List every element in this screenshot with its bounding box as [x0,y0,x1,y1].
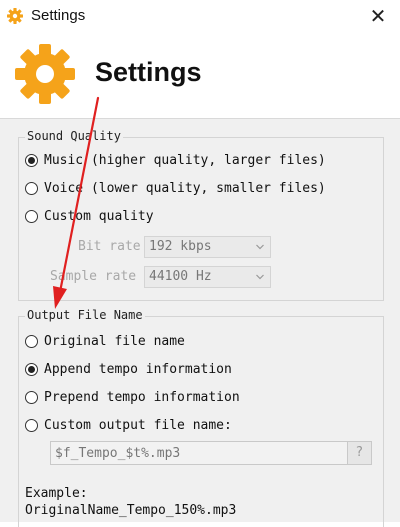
append-tempo-label: Append tempo information [44,362,232,377]
sample-rate-select[interactable]: 44100 Hz [144,266,271,288]
custom-output-name-value: $f_Tempo_$t%.mp3 [55,446,181,461]
sound-quality-legend: Sound Quality [25,129,123,143]
help-icon: ? [356,445,363,460]
custom-output-name-label: Custom output file name: [44,418,232,433]
custom-output-name-input[interactable]: $f_Tempo_$t%.mp3 [50,441,349,465]
original-file-name-radio[interactable]: Original file name [25,334,185,349]
output-file-name-legend: Output File Name [25,308,145,322]
sample-rate-value: 44100 Hz [149,269,212,284]
custom-quality-label: Custom quality [44,209,154,224]
output-file-name-group: Output File Name Original file name Appe… [18,308,384,527]
page-title: Settings [95,57,202,87]
settings-content: Sound Quality Music (higher quality, lar… [0,119,400,527]
music-quality-label: Music (higher quality, larger files) [44,153,326,168]
custom-output-name-radio[interactable]: Custom output file name: [25,418,232,433]
close-icon: ✕ [369,4,387,28]
chevron-down-icon [256,244,264,250]
title-bar: Settings ✕ [0,0,400,32]
prepend-tempo-label: Prepend tempo information [44,390,240,405]
example-label: Example: [25,486,88,501]
bit-rate-label: Bit rate [78,239,141,254]
radio-indicator [25,335,38,348]
sound-quality-group: Sound Quality Music (higher quality, lar… [18,129,384,301]
radio-indicator [25,419,38,432]
sample-rate-label: Sample rate [50,269,137,284]
radio-indicator [25,391,38,404]
window-title: Settings [31,7,86,24]
music-quality-radio[interactable]: Music (higher quality, larger files) [25,153,326,168]
close-button[interactable]: ✕ [364,3,392,29]
original-file-name-label: Original file name [44,334,185,349]
app-gear-icon [7,8,23,24]
radio-selected-indicator [25,363,38,376]
header-banner: Settings [0,32,400,119]
gear-icon [15,44,75,104]
voice-quality-radio[interactable]: Voice (lower quality, smaller files) [25,181,326,196]
custom-quality-radio[interactable]: Custom quality [25,209,154,224]
example-value: OriginalName_Tempo_150%.mp3 [25,503,237,518]
help-button[interactable]: ? [347,441,372,465]
append-tempo-radio[interactable]: Append tempo information [25,362,232,377]
radio-indicator [25,182,38,195]
radio-indicator [25,210,38,223]
voice-quality-label: Voice (lower quality, smaller files) [44,181,326,196]
radio-selected-indicator [25,154,38,167]
bit-rate-value: 192 kbps [149,239,212,254]
bit-rate-select[interactable]: 192 kbps [144,236,271,258]
prepend-tempo-radio[interactable]: Prepend tempo information [25,390,240,405]
chevron-down-icon [256,274,264,280]
